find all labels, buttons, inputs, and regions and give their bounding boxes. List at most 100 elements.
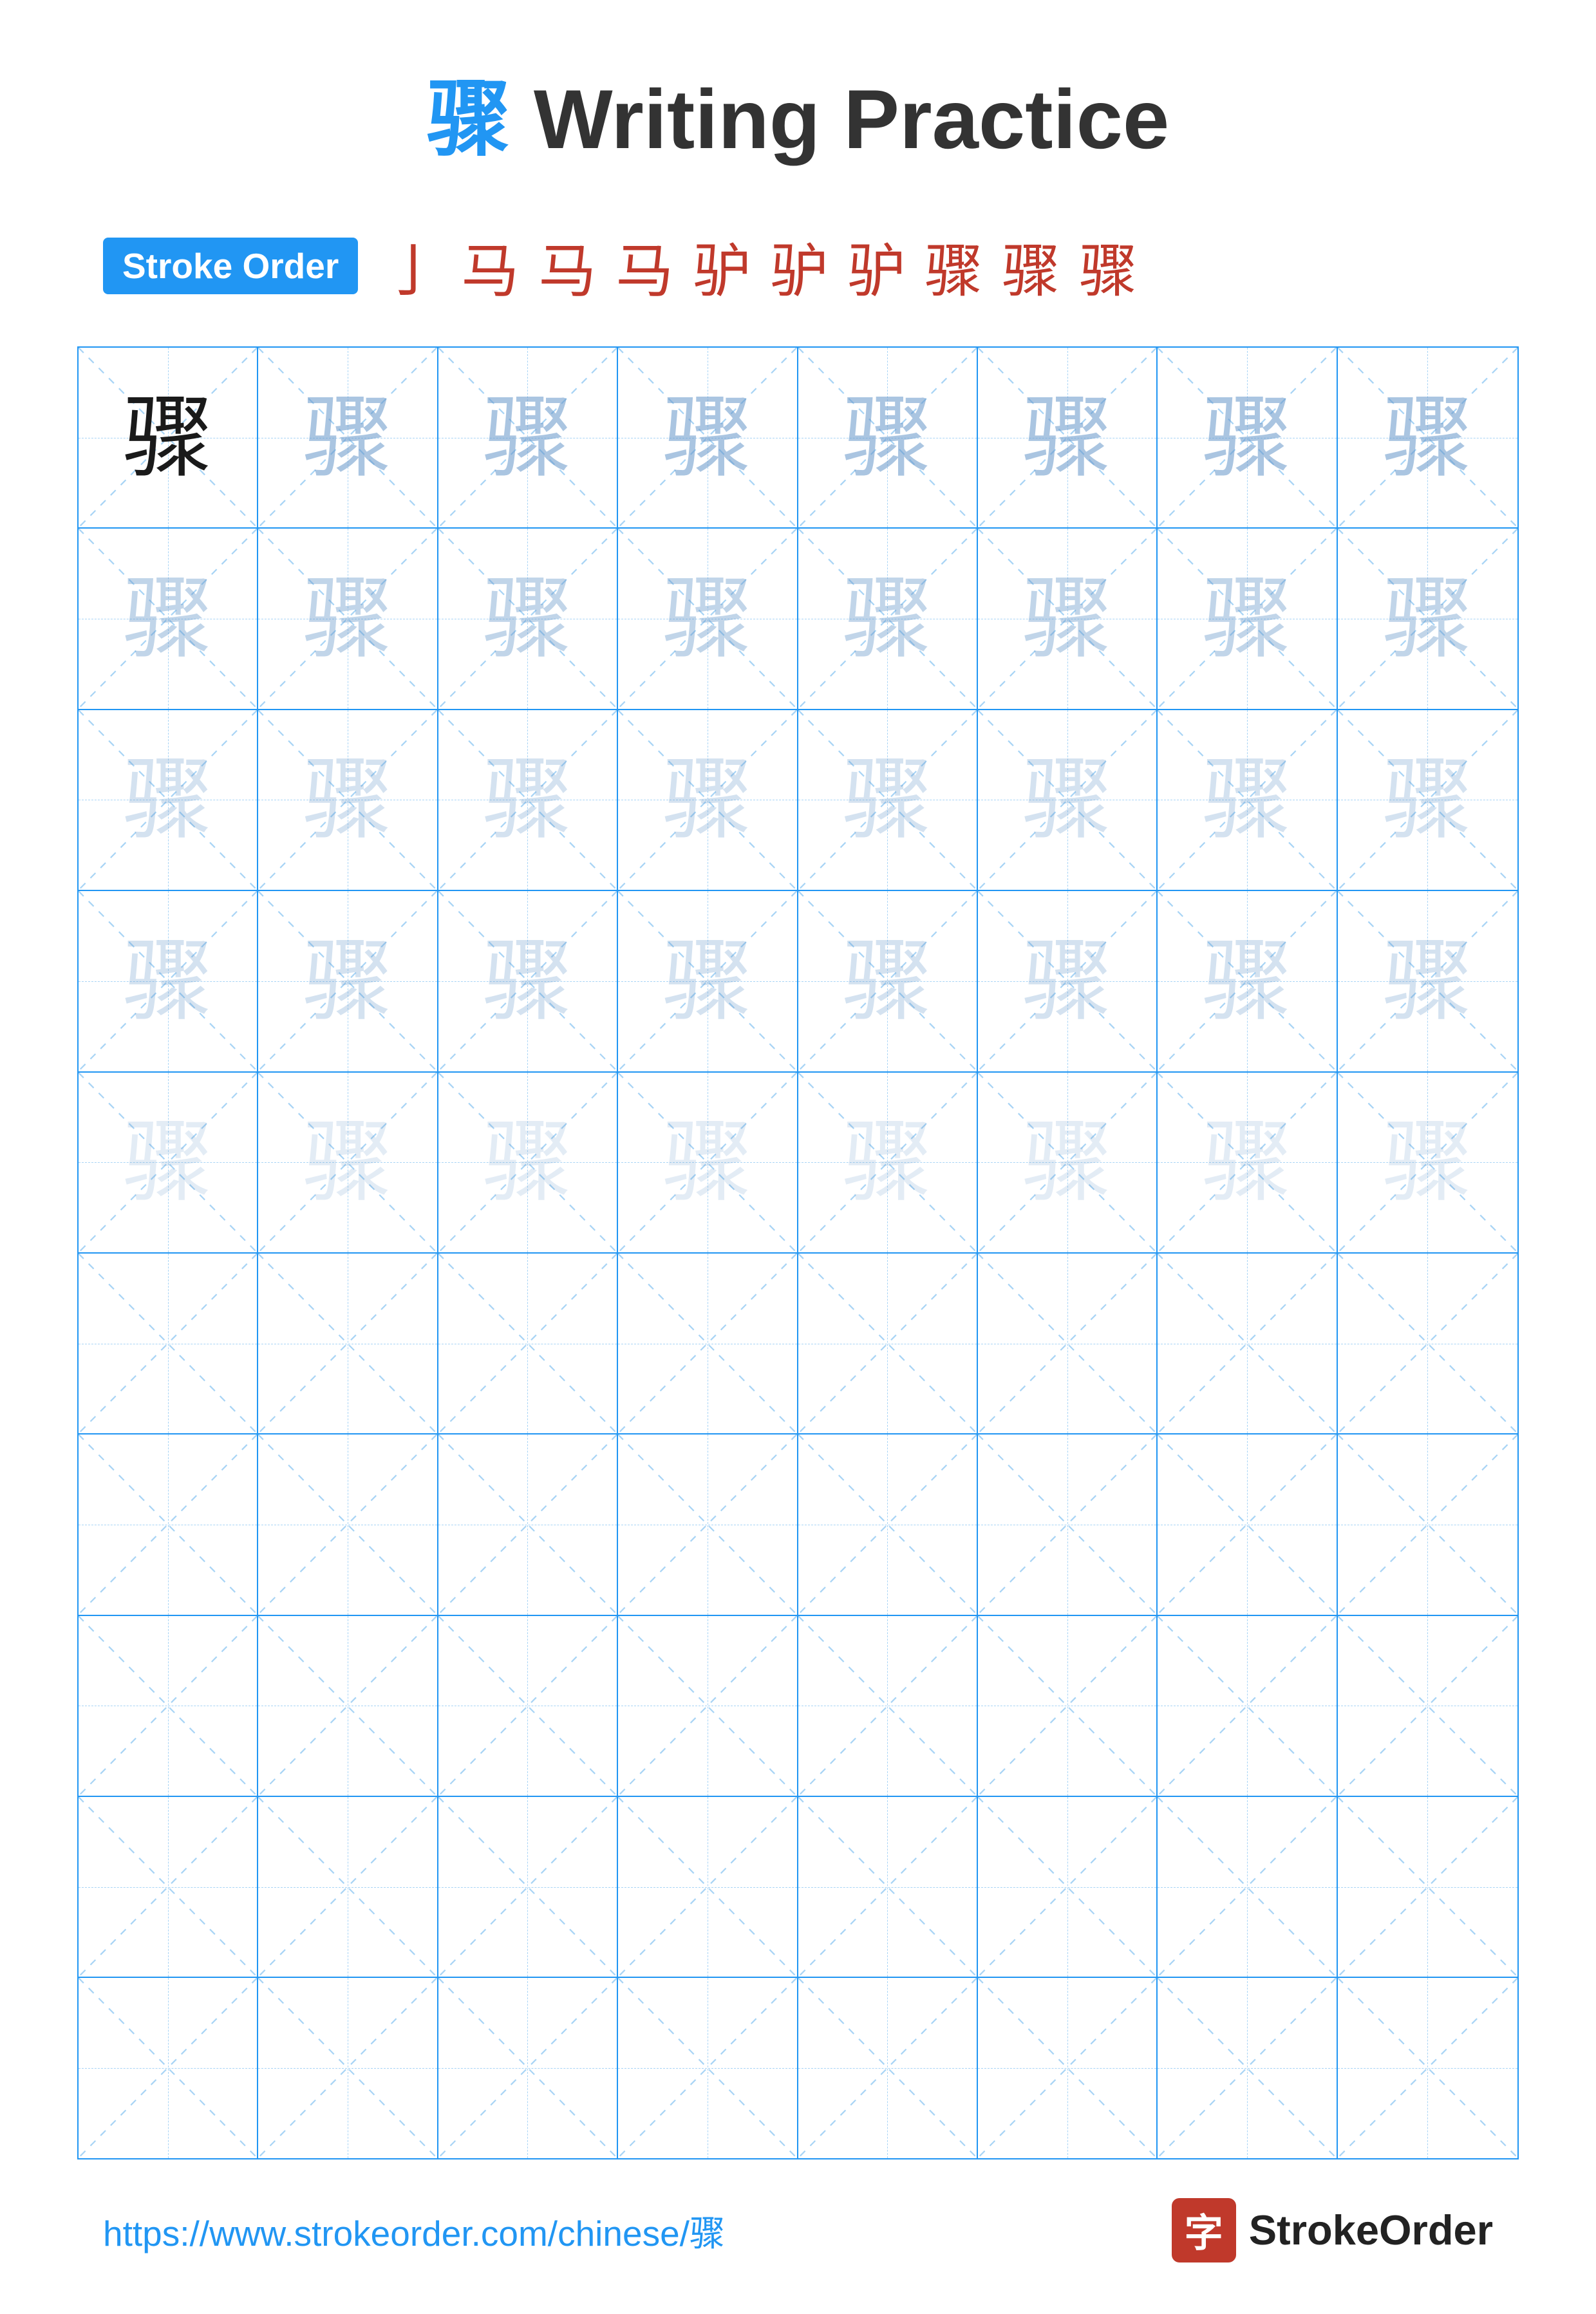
- grid-cell[interactable]: [978, 1616, 1158, 1796]
- grid-row: [79, 1254, 1517, 1434]
- grid-row: [79, 1434, 1517, 1615]
- grid-cell[interactable]: [79, 1797, 258, 1977]
- grid-cell: 骤: [618, 348, 798, 527]
- grid-cell: 骤: [258, 891, 438, 1071]
- stroke-order-badge: Stroke Order: [103, 238, 358, 294]
- grid-cell: 骤: [978, 710, 1158, 890]
- footer-url[interactable]: https://www.strokeorder.com/chinese/骤: [103, 2205, 725, 2256]
- grid-cell: 骤: [79, 710, 258, 890]
- grid-cell: 骤: [618, 1073, 798, 1252]
- practice-grid: 骤 骤 骤 骤 骤 骤 骤: [77, 346, 1519, 2159]
- grid-cell: 骤: [79, 1073, 258, 1252]
- grid-cell: 骤: [438, 1073, 618, 1252]
- grid-cell: 骤: [1338, 1073, 1517, 1252]
- title-suffix: Writing Practice: [511, 72, 1169, 166]
- grid-cell[interactable]: [79, 1254, 258, 1433]
- grid-cell: 骤: [978, 529, 1158, 708]
- grid-row: [79, 1797, 1517, 1978]
- grid-cell[interactable]: [978, 1254, 1158, 1433]
- grid-cell: 骤: [798, 710, 978, 890]
- grid-cell[interactable]: [1338, 1797, 1517, 1977]
- grid-cell[interactable]: [79, 1616, 258, 1796]
- grid-cell[interactable]: [798, 1797, 978, 1977]
- grid-cell[interactable]: [438, 1616, 618, 1796]
- grid-cell: 骤: [798, 1073, 978, 1252]
- grid-cell: 骤: [438, 710, 618, 890]
- grid-cell: 骤: [978, 348, 1158, 527]
- grid-cell: 骤: [618, 710, 798, 890]
- grid-cell: 骤: [79, 348, 258, 527]
- grid-cell[interactable]: [258, 1254, 438, 1433]
- grid-row: 骤 骤 骤 骤 骤 骤 骤: [79, 1073, 1517, 1254]
- grid-cell[interactable]: [258, 1616, 438, 1796]
- grid-cell[interactable]: [978, 1978, 1158, 2158]
- grid-row: [79, 1616, 1517, 1797]
- grid-cell[interactable]: [1338, 1978, 1517, 2158]
- stroke-order-row: Stroke Order 亅 马 马 马 驴 驴 驴 骤 骤 骤: [77, 224, 1519, 308]
- grid-cell: 骤: [258, 348, 438, 527]
- grid-cell: 骤: [798, 348, 978, 527]
- grid-cell[interactable]: [1158, 1434, 1337, 1614]
- grid-cell: 骤: [1338, 891, 1517, 1071]
- page-title: 骤 Writing Practice: [427, 52, 1169, 173]
- grid-cell: 骤: [1338, 348, 1517, 527]
- grid-cell: 骤: [1158, 710, 1337, 890]
- grid-cell[interactable]: [798, 1978, 978, 2158]
- grid-cell[interactable]: [438, 1254, 618, 1433]
- grid-cell: 骤: [1158, 348, 1337, 527]
- grid-cell[interactable]: [1338, 1254, 1517, 1433]
- grid-cell: 骤: [438, 348, 618, 527]
- grid-cell[interactable]: [618, 1434, 798, 1614]
- grid-cell: 骤: [1338, 710, 1517, 890]
- grid-cell[interactable]: [1338, 1616, 1517, 1796]
- grid-cell[interactable]: [438, 1434, 618, 1614]
- grid-cell: 骤: [1338, 529, 1517, 708]
- grid-cell[interactable]: [618, 1797, 798, 1977]
- grid-cell[interactable]: [258, 1978, 438, 2158]
- grid-row: 骤 骤 骤 骤 骤 骤 骤: [79, 891, 1517, 1072]
- footer: https://www.strokeorder.com/chinese/骤 字 …: [77, 2198, 1519, 2262]
- grid-cell: 骤: [258, 1073, 438, 1252]
- grid-cell[interactable]: [798, 1254, 978, 1433]
- grid-row: 骤 骤 骤 骤 骤 骤 骤: [79, 348, 1517, 529]
- grid-cell[interactable]: [258, 1434, 438, 1614]
- grid-cell[interactable]: [79, 1978, 258, 2158]
- grid-cell[interactable]: [1158, 1616, 1337, 1796]
- grid-cell: 骤: [438, 891, 618, 1071]
- grid-cell[interactable]: [438, 1978, 618, 2158]
- grid-cell[interactable]: [978, 1434, 1158, 1614]
- grid-cell[interactable]: [618, 1616, 798, 1796]
- title-char: 骤: [427, 72, 511, 166]
- grid-cell: 骤: [79, 529, 258, 708]
- grid-cell[interactable]: [1158, 1797, 1337, 1977]
- grid-cell: 骤: [258, 529, 438, 708]
- footer-logo: 字 StrokeOrder: [1172, 2198, 1493, 2262]
- logo-icon: 字: [1172, 2198, 1236, 2262]
- grid-cell[interactable]: [978, 1797, 1158, 1977]
- grid-cell[interactable]: [1158, 1978, 1337, 2158]
- logo-text: StrokeOrder: [1249, 2206, 1493, 2254]
- grid-cell[interactable]: [438, 1797, 618, 1977]
- grid-cell[interactable]: [1158, 1254, 1337, 1433]
- grid-cell: 骤: [978, 891, 1158, 1071]
- stroke-order-chars: 亅 马 马 马 驴 驴 驴 骤 骤 骤: [384, 224, 1137, 308]
- grid-cell[interactable]: [1338, 1434, 1517, 1614]
- page: 骤 Writing Practice Stroke Order 亅 马 马 马 …: [0, 0, 1596, 2314]
- grid-cell: 骤: [79, 891, 258, 1071]
- grid-cell[interactable]: [258, 1797, 438, 1977]
- grid-cell: 骤: [978, 1073, 1158, 1252]
- grid-cell[interactable]: [618, 1254, 798, 1433]
- grid-cell[interactable]: [798, 1616, 978, 1796]
- grid-cell: 骤: [258, 710, 438, 890]
- grid-cell: 骤: [438, 529, 618, 708]
- grid-row: 骤 骤 骤 骤 骤 骤 骤: [79, 529, 1517, 710]
- grid-cell[interactable]: [798, 1434, 978, 1614]
- grid-cell: 骤: [1158, 891, 1337, 1071]
- grid-cell[interactable]: [618, 1978, 798, 2158]
- grid-cell: 骤: [798, 529, 978, 708]
- grid-cell[interactable]: [79, 1434, 258, 1614]
- grid-row: [79, 1978, 1517, 2158]
- grid-cell: 骤: [618, 529, 798, 708]
- grid-cell: 骤: [1158, 529, 1337, 708]
- grid-cell: 骤: [618, 891, 798, 1071]
